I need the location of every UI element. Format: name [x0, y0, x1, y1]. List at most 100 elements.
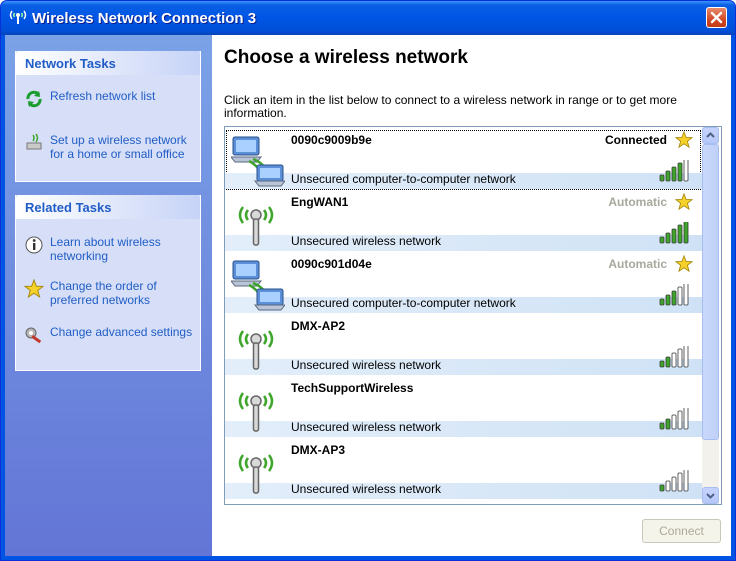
signal-bar	[683, 470, 689, 492]
signal-strength-icon	[659, 346, 689, 368]
scroll-down-button[interactable]	[702, 487, 719, 504]
signal-bar	[683, 222, 689, 244]
signal-bar	[677, 410, 683, 430]
access-point-icon	[238, 454, 274, 494]
page-description: Click an item in the list below to conne…	[224, 93, 677, 120]
signal-bar	[659, 236, 665, 244]
network-security: Unsecured wireless network	[291, 482, 442, 496]
signal-strength-icon	[659, 160, 689, 182]
access-point-icon	[238, 330, 274, 370]
signal-bar	[665, 170, 671, 182]
signal-bar	[659, 360, 665, 368]
task-sidebar: Network Tasks Refresh network list Set u…	[5, 35, 212, 556]
signal-bar	[665, 356, 671, 368]
scroll-thumb[interactable]	[702, 144, 719, 440]
signal-strength-icon	[659, 408, 689, 430]
network-name: DMX-AP3	[291, 443, 346, 457]
signal-strength-icon	[659, 222, 689, 244]
client-area: Network Tasks Refresh network list Set u…	[5, 35, 731, 556]
network-security: Unsecured computer-to-computer network	[291, 172, 516, 186]
settings-icon	[25, 327, 42, 344]
chevron-up-icon	[706, 132, 715, 138]
dialog-window: Wireless Network Connection 3 Network Ta…	[0, 0, 736, 561]
signal-bar	[677, 472, 683, 492]
computer-to-computer-icon	[231, 136, 285, 187]
close-icon	[710, 11, 723, 24]
network-row[interactable]: 0090c901d04e Automatic Unsecured computer-…	[225, 253, 702, 315]
network-status: Automatic	[608, 257, 667, 271]
related-tasks-title: Related Tasks	[25, 200, 112, 215]
signal-bar	[671, 352, 677, 368]
preferred-star-icon	[675, 131, 693, 149]
signal-bar	[677, 348, 683, 368]
access-point-icon	[238, 206, 274, 246]
signal-bar	[659, 174, 665, 182]
network-row[interactable]: TechSupportWireless Unsecured wireless ne…	[225, 377, 702, 439]
network-row[interactable]: 0090c9009b9e Connected Unsecured computer-…	[225, 129, 702, 191]
network-row[interactable]: EngWAN1 Automatic Unsecured wireless netwo…	[225, 191, 702, 253]
signal-bar	[665, 480, 671, 492]
task-label: Refresh network list	[50, 89, 156, 103]
info-icon	[25, 236, 43, 254]
network-name: 0090c901d04e	[291, 257, 372, 271]
signal-bar	[683, 408, 689, 430]
signal-bar	[665, 232, 671, 244]
task-label: Learn about wireless networking	[50, 235, 161, 263]
network-name: 0090c9009b9e	[291, 133, 372, 147]
related-tasks-panel: Related Tasks Learn about wireless netwo…	[15, 195, 201, 371]
task-label: Change the order of preferred networks	[50, 279, 157, 307]
related-tasks-header[interactable]: Related Tasks	[16, 195, 200, 219]
scroll-up-button[interactable]	[702, 127, 719, 144]
network-security: Unsecured wireless network	[291, 234, 442, 248]
network-list-scrollbar[interactable]	[702, 127, 719, 504]
signal-bar	[659, 422, 665, 430]
network-status: Automatic	[608, 195, 667, 209]
computer-to-computer-icon	[231, 260, 285, 311]
network-list[interactable]: 0090c9009b9e Connected Unsecured computer-…	[224, 126, 722, 505]
network-security: Unsecured wireless network	[291, 420, 442, 434]
task-label: Change advanced settings	[50, 325, 193, 339]
signal-bar	[665, 294, 671, 306]
signal-bar	[671, 290, 677, 306]
network-tasks-header[interactable]: Network Tasks	[16, 51, 200, 75]
signal-bar	[659, 484, 665, 492]
main-content: Choose a wireless network Click an item …	[212, 35, 731, 556]
network-name: EngWAN1	[291, 195, 349, 209]
close-button[interactable]	[706, 7, 727, 28]
signal-bar	[677, 286, 683, 306]
network-tasks-panel: Network Tasks Refresh network list Set u…	[15, 51, 201, 182]
signal-bar	[665, 418, 671, 430]
wireless-network-icon	[9, 10, 27, 24]
refresh-icon	[26, 90, 42, 108]
network-name: TechSupportWireless	[291, 381, 414, 395]
star-icon	[24, 279, 44, 299]
network-name: DMX-AP2	[291, 319, 346, 333]
preferred-star-icon	[675, 193, 693, 211]
network-security: Unsecured computer-to-computer network	[291, 296, 516, 310]
signal-bar	[683, 346, 689, 368]
network-tasks-title: Network Tasks	[25, 56, 116, 71]
title-bar[interactable]: Wireless Network Connection 3	[1, 1, 735, 35]
network-row[interactable]: DMX-AP3 Unsecured wireless network	[225, 439, 702, 501]
signal-bar	[683, 160, 689, 182]
network-row[interactable]: DMX-AP2 Unsecured wireless network	[225, 315, 702, 377]
access-point-icon	[238, 392, 274, 432]
signal-bar	[659, 298, 665, 306]
chevron-down-icon	[706, 493, 715, 499]
signal-bar	[671, 228, 677, 244]
signal-bar	[677, 162, 683, 182]
task-label: Set up a wireless network for a home or …	[50, 133, 187, 161]
preferred-star-icon	[675, 255, 693, 273]
connect-button[interactable]: Connect	[642, 519, 721, 543]
network-security: Unsecured wireless network	[291, 358, 442, 372]
window-title: Wireless Network Connection 3	[32, 10, 257, 27]
signal-bar	[683, 284, 689, 306]
signal-bar	[671, 166, 677, 182]
signal-bar	[677, 224, 683, 244]
signal-strength-icon	[659, 470, 689, 492]
signal-bar	[671, 414, 677, 430]
signal-bar	[671, 476, 677, 492]
signal-strength-icon	[659, 284, 689, 306]
setup-wireless-icon	[26, 133, 42, 150]
network-status: Connected	[604, 133, 667, 147]
